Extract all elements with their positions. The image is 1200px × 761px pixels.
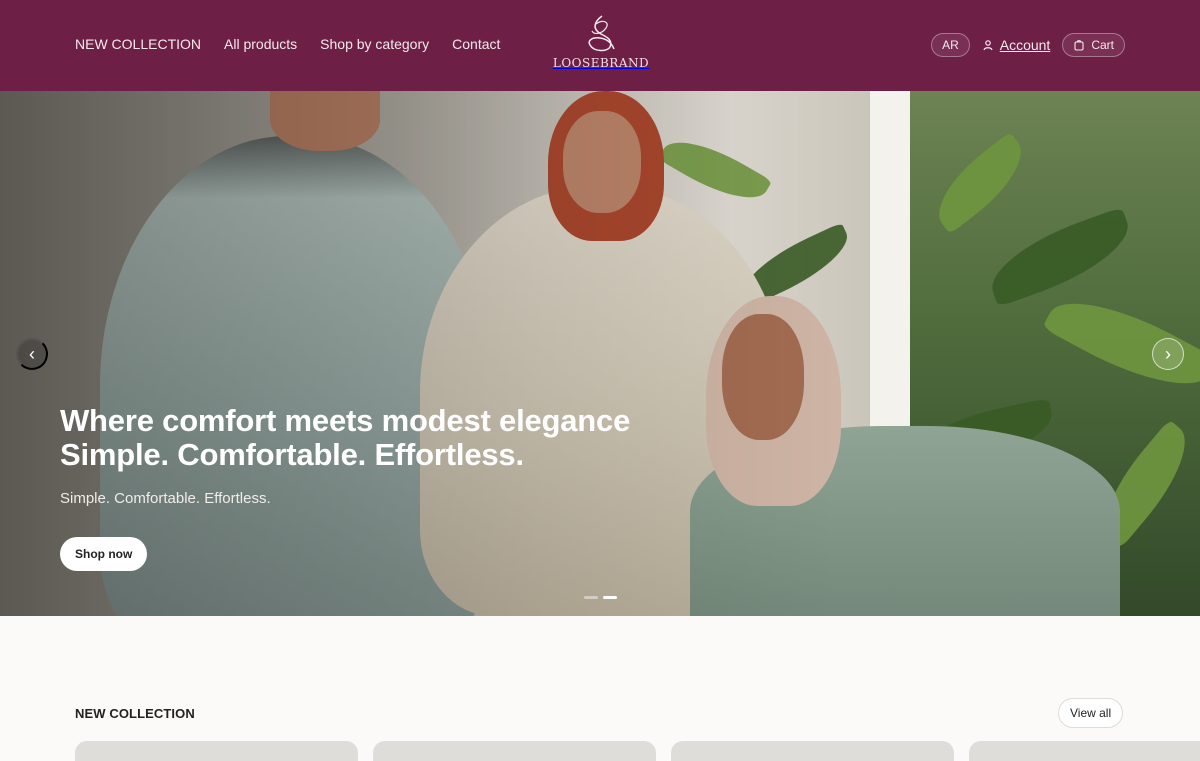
hero-dark-overlay bbox=[0, 91, 1200, 616]
main-navigation: NEW COLLECTION All products Shop by cate… bbox=[75, 36, 500, 52]
account-link[interactable]: Account bbox=[982, 37, 1051, 53]
hero-subtitle: Simple. Comfortable. Effortless. bbox=[60, 490, 271, 507]
chevron-left-icon: ‹ bbox=[29, 343, 35, 364]
next-slide-button[interactable]: › bbox=[1152, 338, 1184, 370]
nav-shop-by-category[interactable]: Shop by category bbox=[320, 36, 429, 52]
brand-name: LOOSEBRAND bbox=[552, 56, 650, 70]
user-icon bbox=[983, 40, 993, 51]
chevron-right-icon: › bbox=[1165, 343, 1171, 364]
product-card-preview[interactable] bbox=[75, 741, 358, 761]
hero-slider: Where comfort meets modest elegance Simp… bbox=[0, 91, 1200, 616]
site-header: NEW COLLECTION All products Shop by cate… bbox=[0, 0, 1200, 91]
language-toggle[interactable]: AR bbox=[931, 33, 970, 57]
slide-dot[interactable] bbox=[584, 596, 598, 599]
product-card-preview[interactable] bbox=[671, 741, 954, 761]
shop-now-button[interactable]: Shop now bbox=[60, 537, 148, 571]
cart-icon bbox=[1074, 40, 1084, 51]
cart-button[interactable]: Cart bbox=[1062, 33, 1125, 57]
nav-new-collection[interactable]: NEW COLLECTION bbox=[75, 36, 201, 52]
slide-pagination bbox=[584, 596, 617, 599]
nav-all-products[interactable]: All products bbox=[224, 36, 297, 52]
product-card-preview[interactable] bbox=[373, 741, 656, 761]
product-preview-row bbox=[75, 741, 1200, 761]
view-all-button[interactable]: View all bbox=[1058, 698, 1124, 728]
script-monogram-logo-icon bbox=[588, 15, 615, 52]
product-card-preview[interactable] bbox=[969, 741, 1200, 761]
account-label: Account bbox=[999, 37, 1051, 53]
slide-dot-active[interactable] bbox=[603, 596, 617, 599]
header-actions: AR Account Cart bbox=[931, 33, 1125, 57]
cart-label: Cart bbox=[1091, 38, 1114, 52]
nav-contact[interactable]: Contact bbox=[452, 36, 500, 52]
hero-title: Where comfort meets modest elegance Simp… bbox=[60, 403, 631, 472]
brand-logo[interactable]: LOOSEBRAND bbox=[545, 14, 657, 76]
new-collection-title: NEW COLLECTION bbox=[75, 706, 195, 721]
previous-slide-button[interactable]: ‹ bbox=[16, 338, 48, 370]
